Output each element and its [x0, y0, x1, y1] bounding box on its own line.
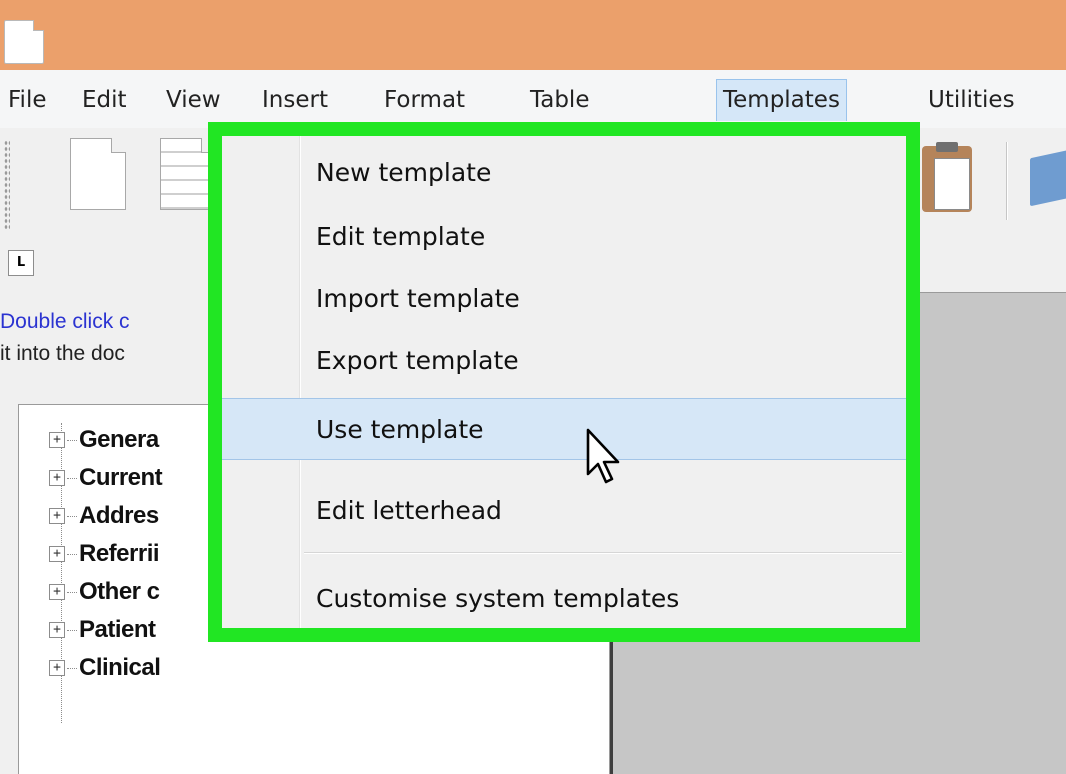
paste-icon[interactable]: [922, 142, 972, 212]
expand-plus-icon[interactable]: +: [49, 622, 65, 638]
tree-item-label: Clinical: [79, 654, 161, 681]
new-document-icon[interactable]: [70, 138, 126, 210]
tree-item-label: Addres: [79, 502, 159, 529]
menu-item-label: Export template: [316, 346, 519, 375]
ruler-toggle-button[interactable]: L: [8, 250, 34, 276]
menu-item-new-template[interactable]: New template: [220, 142, 906, 204]
menu-table[interactable]: Table: [524, 79, 595, 121]
open-document-icon[interactable]: [160, 138, 216, 210]
menu-item-label: Edit letterhead: [316, 496, 502, 525]
expand-plus-icon[interactable]: +: [49, 584, 65, 600]
expand-plus-icon[interactable]: +: [49, 508, 65, 524]
menu-item-edit-template[interactable]: Edit template: [220, 206, 906, 268]
menu-item-label: Import template: [316, 284, 520, 313]
tree-item[interactable]: + Other c: [49, 577, 160, 607]
menu-item-export-template[interactable]: Export template: [220, 330, 906, 392]
menu-item-use-template[interactable]: Use template: [220, 398, 906, 460]
tree-item[interactable]: + Addres: [49, 501, 159, 531]
tree-item[interactable]: + Current: [49, 463, 163, 493]
expand-plus-icon[interactable]: +: [49, 432, 65, 448]
menu-item-label: Customise system templates: [316, 584, 680, 613]
expand-plus-icon[interactable]: +: [49, 470, 65, 486]
hint-line-2: it into the doc: [0, 342, 125, 365]
menu-item-customise-system-templates[interactable]: Customise system templates: [220, 568, 906, 630]
tree-item-label: Current: [79, 464, 163, 491]
tree-item-label: Patient: [79, 616, 156, 643]
menu-utilities[interactable]: Utilities: [922, 79, 1021, 121]
menu-templates[interactable]: Templates: [716, 79, 847, 121]
menu-item-edit-letterhead[interactable]: Edit letterhead: [220, 480, 906, 542]
tree-item[interactable]: + Genera: [49, 425, 159, 455]
toolbar-separator: [1006, 142, 1008, 220]
folder-icon[interactable]: [1030, 149, 1066, 207]
toolbar-grip[interactable]: [4, 140, 10, 230]
menu-separator: [304, 552, 902, 554]
mouse-cursor-icon: [586, 428, 620, 484]
document-icon: [4, 20, 44, 64]
expand-plus-icon[interactable]: +: [49, 660, 65, 676]
tree-item-label: Other c: [79, 578, 160, 605]
menu-edit[interactable]: Edit: [76, 79, 133, 121]
menu-view[interactable]: View: [160, 79, 227, 121]
expand-plus-icon[interactable]: +: [49, 546, 65, 562]
tree-item-label: Genera: [79, 426, 159, 453]
menu-item-label: New template: [316, 158, 492, 187]
title-bar: [0, 0, 1066, 70]
menu-item-label: Use template: [316, 415, 484, 444]
menu-file[interactable]: File: [2, 79, 53, 121]
menu-format[interactable]: Format: [378, 79, 471, 121]
panel-hint-text: Double click c it into the doc: [0, 306, 130, 370]
menu-item-label: Edit template: [316, 222, 486, 251]
tree-item[interactable]: + Clinical: [49, 653, 161, 683]
tree-item-label: Referrii: [79, 540, 160, 567]
tree-item[interactable]: + Referrii: [49, 539, 160, 569]
menu-item-import-template[interactable]: Import template: [220, 268, 906, 330]
templates-menu: New template Edit template Import templa…: [220, 134, 906, 630]
menu-insert[interactable]: Insert: [256, 79, 334, 121]
menu-bar: File Edit View Insert Format Table Templ…: [0, 70, 1066, 128]
tree-item[interactable]: + Patient: [49, 615, 156, 645]
hint-line-1: Double click c: [0, 310, 130, 333]
